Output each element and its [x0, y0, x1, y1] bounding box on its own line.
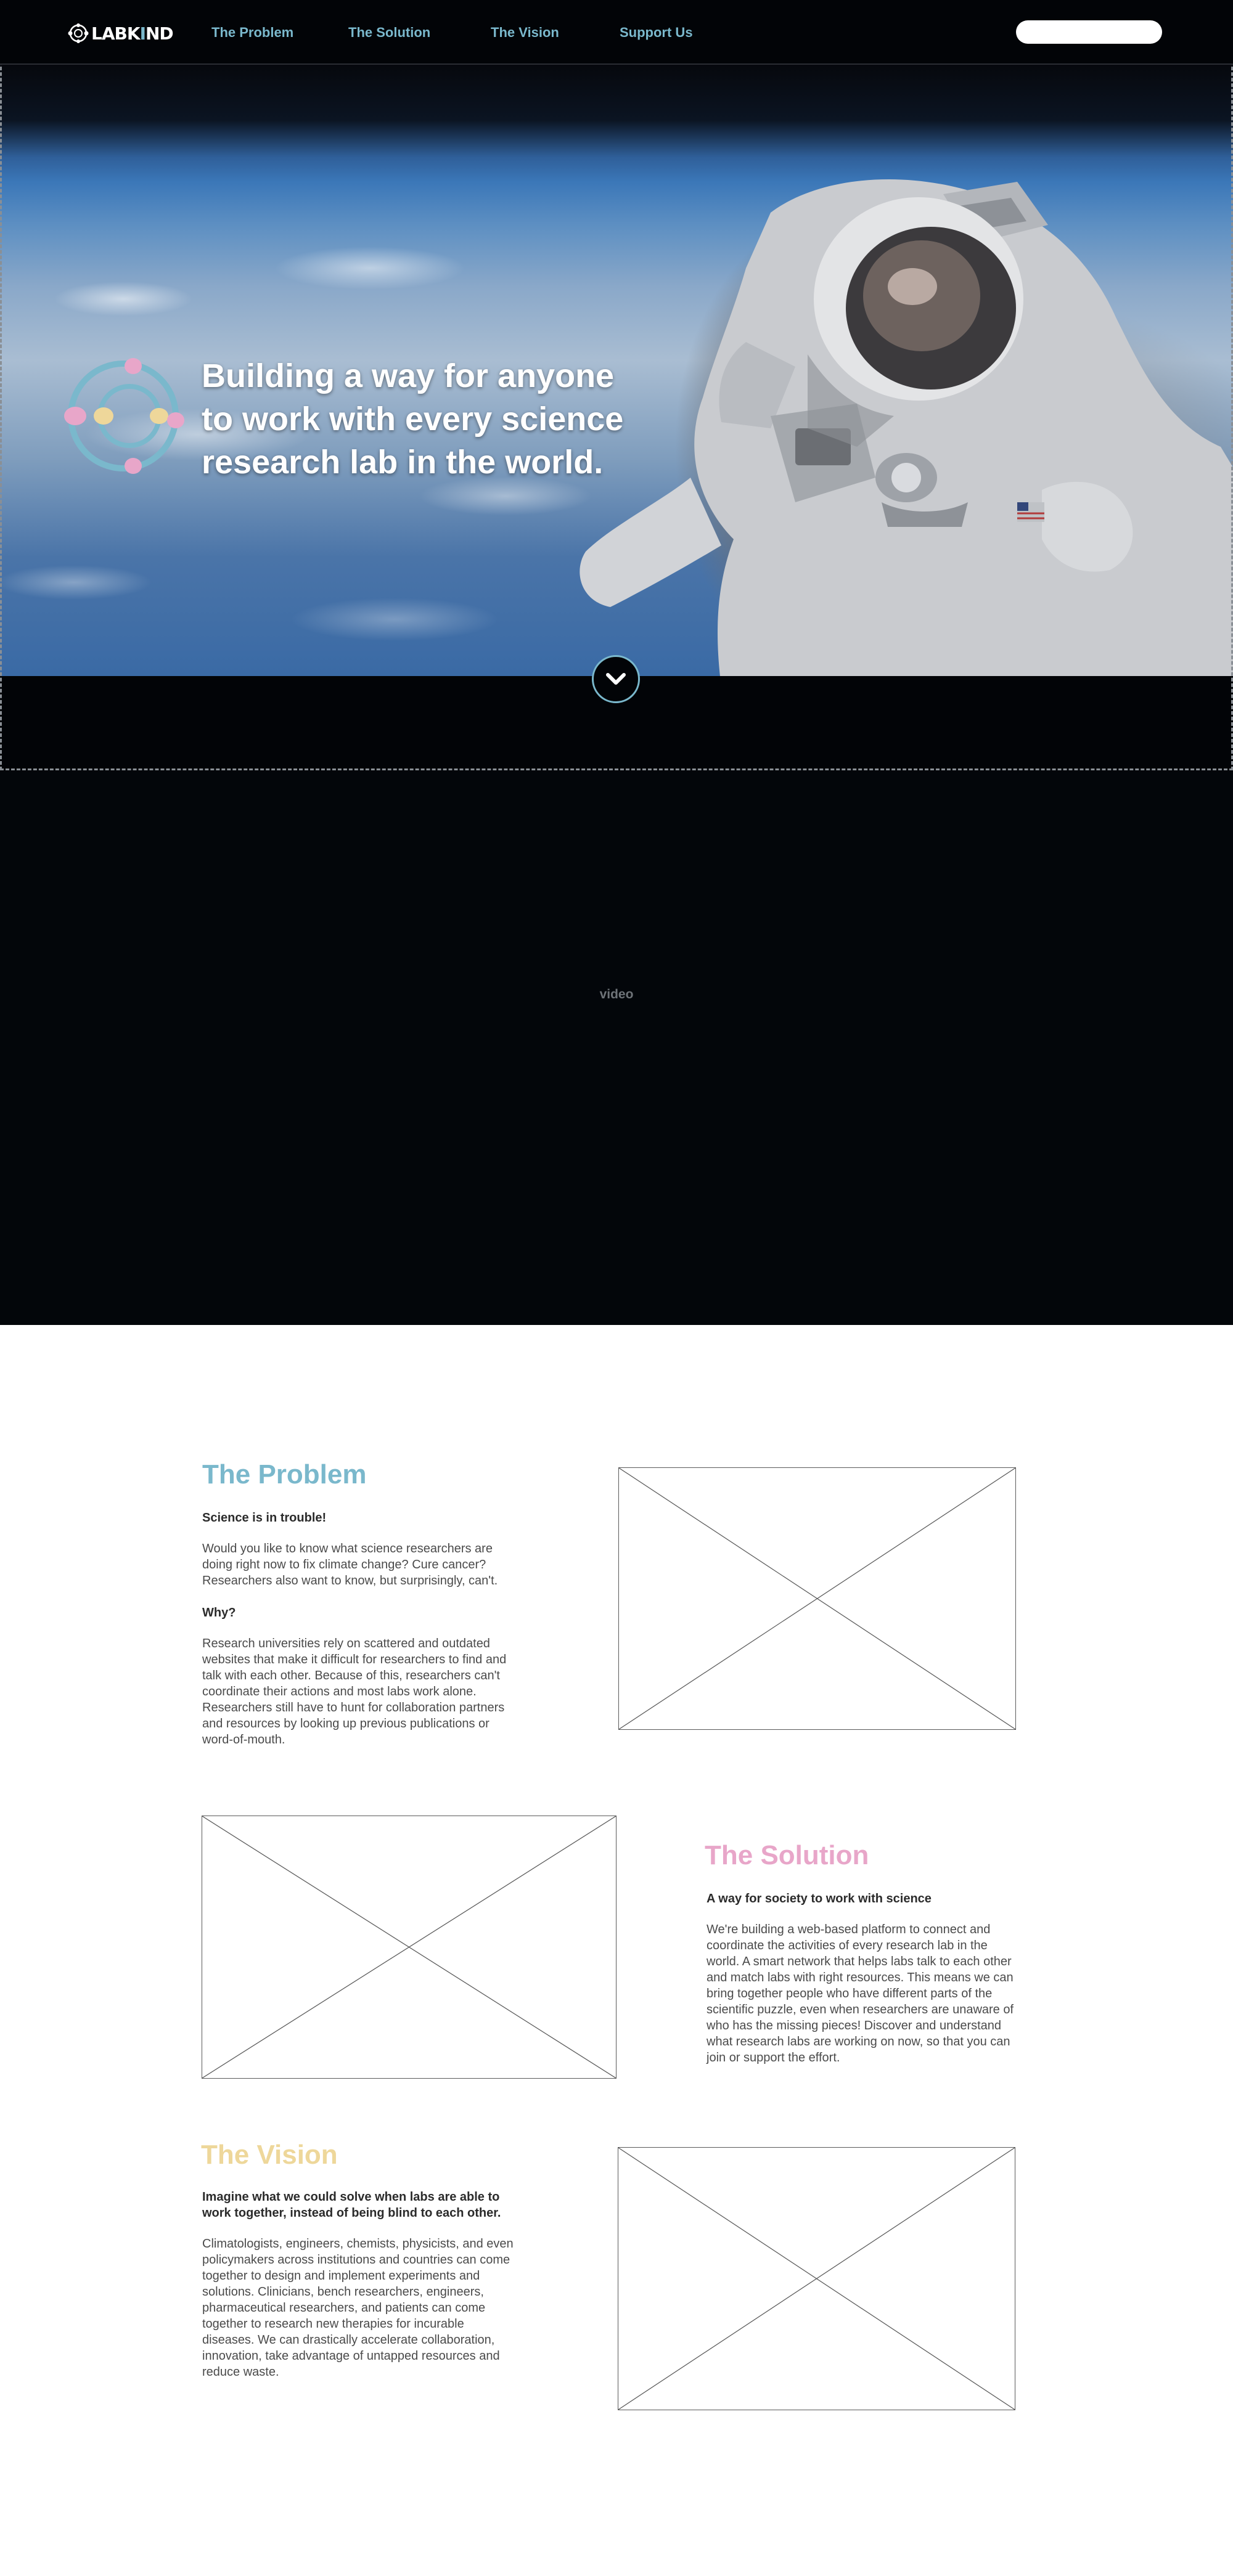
nav-link-support[interactable]: Support Us	[620, 25, 693, 41]
solution-subtitle: A way for society to work with science	[707, 1892, 932, 1906]
nav-link-solution[interactable]: The Solution	[348, 25, 430, 41]
problem-image-placeholder	[618, 1467, 1016, 1730]
search-input[interactable]	[1016, 20, 1162, 44]
problem-title: The Problem	[202, 1459, 367, 1490]
solution-title: The Solution	[705, 1840, 869, 1870]
problem-body-1: Would you like to know what science rese…	[202, 1542, 498, 1588]
hero-title: Building a way for anyone to work with e…	[202, 357, 624, 481]
problem-subtitle-why: Why?	[202, 1606, 236, 1620]
video-player[interactable]	[0, 770, 1233, 1325]
problem-body-2: Research universities rely on scattered …	[202, 1637, 507, 1747]
vision-subtitle: Imagine what we could solve when labs ar…	[202, 2190, 501, 2220]
logo-orbit-icon	[68, 23, 89, 43]
image-placeholder-icon	[618, 2148, 1015, 2410]
logo-wordmark: LABKIND	[91, 23, 174, 44]
solution-body: We're building a web-based platform to c…	[707, 1923, 1014, 2064]
image-placeholder-icon	[202, 1816, 616, 2078]
image-placeholder-icon	[619, 1468, 1015, 1729]
vision-image-placeholder	[618, 2147, 1015, 2410]
nav-link-problem[interactable]: The Problem	[211, 25, 293, 41]
video-label: video	[599, 987, 634, 1001]
scroll-down-button[interactable]	[592, 655, 640, 703]
hero-banner: Building a way for anyone to work with e…	[0, 65, 1233, 676]
chevron-down-icon	[606, 673, 626, 685]
problem-subtitle: Science is in trouble!	[202, 1511, 327, 1525]
vision-title: The Vision	[201, 2140, 338, 2170]
nav-link-vision[interactable]: The Vision	[491, 25, 559, 41]
site-header: LABKIND The Problem The Solution The Vis…	[0, 0, 1233, 65]
vision-body: Climatologists, engineers, chemists, phy…	[202, 2237, 514, 2379]
solution-image-placeholder	[202, 1816, 616, 2079]
orbit-illustration	[64, 358, 184, 474]
labkind-logo[interactable]: LABKIND	[68, 21, 174, 46]
